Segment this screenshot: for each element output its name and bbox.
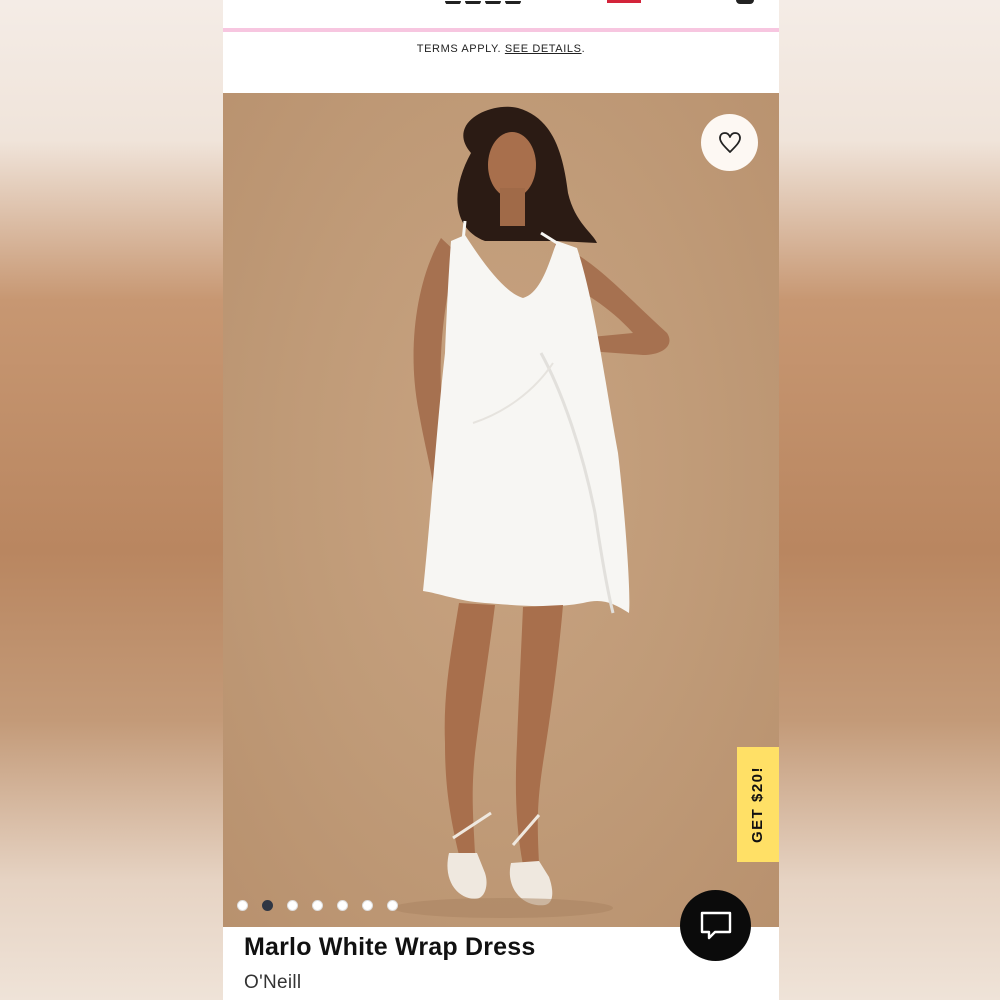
product-title: Marlo White Wrap Dress [244,933,536,961]
carousel-dot[interactable] [362,900,373,911]
shopping-bag-icon[interactable] [607,0,641,3]
get-20-promo-tab[interactable]: GET $20! [737,747,779,862]
carousel-dot[interactable] [287,900,298,911]
terms-text: TERMS APPLY. [416,43,502,55]
promo-terms: TERMS APPLY. SEE DETAILS. [416,43,586,55]
carousel-dot-active[interactable] [262,900,273,911]
blurred-background-left [0,0,223,1000]
heart-icon [718,131,741,153]
carousel-dot[interactable] [237,900,248,911]
blurred-background-right [779,0,1000,1000]
carousel-pagination [237,900,398,911]
chat-button[interactable] [680,890,751,961]
promo-tab-label: GET $20! [749,765,767,844]
wishlist-button[interactable] [701,114,758,171]
product-image-carousel[interactable]: GET $20! [223,93,779,927]
see-details-link[interactable]: SEE DETAILS [505,43,582,55]
site-logo[interactable] [445,0,531,4]
mobile-screen: TERMS APPLY. SEE DETAILS. GET $20! Marlo… [223,0,779,1000]
carousel-dot[interactable] [387,900,398,911]
product-brand[interactable]: O'Neill [244,972,301,994]
account-icon[interactable] [736,0,754,4]
chat-bubble-icon [700,911,731,939]
product-photo [393,106,670,918]
header-divider [223,28,779,32]
carousel-dot[interactable] [312,900,323,911]
carousel-dot[interactable] [337,900,348,911]
top-nav-bar [223,0,779,30]
